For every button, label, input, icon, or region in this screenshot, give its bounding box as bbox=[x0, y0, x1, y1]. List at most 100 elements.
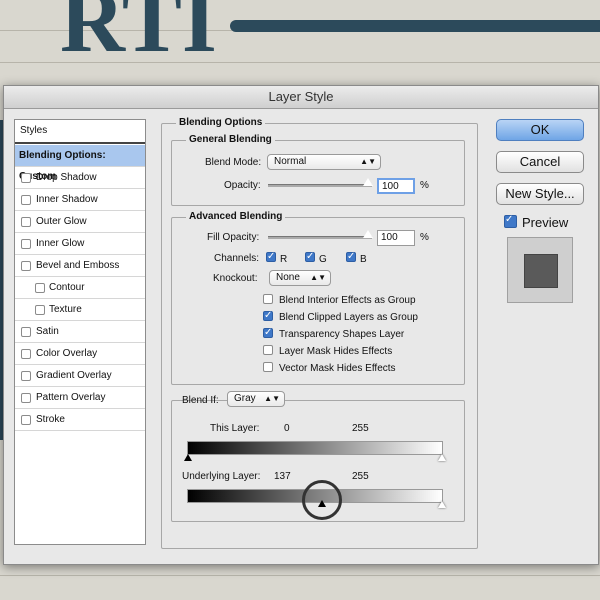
style-checkbox[interactable] bbox=[21, 349, 31, 359]
styles-header[interactable]: Styles bbox=[15, 120, 145, 143]
this-layer-high-value: 255 bbox=[352, 423, 369, 434]
option-checkbox-1[interactable] bbox=[263, 294, 273, 304]
fill-opacity-slider-track[interactable] bbox=[268, 236, 372, 239]
style-checkbox[interactable] bbox=[21, 415, 31, 425]
style-checkbox[interactable] bbox=[21, 217, 31, 227]
style-label: Satin bbox=[36, 326, 59, 337]
this-layer-black-slider[interactable] bbox=[184, 454, 192, 461]
blend-mode-label: Blend Mode: bbox=[205, 157, 262, 168]
style-label: Contour bbox=[49, 282, 85, 293]
channel-r-label: R bbox=[280, 254, 288, 265]
styles-header-label: Styles bbox=[20, 125, 48, 136]
layer-style-dialog: Layer Style Styles Blending Options: Cus… bbox=[3, 85, 599, 565]
styles-item-blending-options[interactable]: Blending Options: Custom bbox=[15, 145, 145, 182]
style-checkbox[interactable] bbox=[21, 393, 31, 403]
updown-arrows-icon: ▲▼ bbox=[310, 273, 326, 282]
channel-g-checkbox[interactable] bbox=[305, 251, 315, 262]
underlying-white-slider[interactable] bbox=[438, 501, 446, 508]
style-checkbox[interactable] bbox=[21, 327, 31, 337]
blend-mode-value: Normal bbox=[274, 156, 307, 167]
knockout-label: Knockout: bbox=[213, 273, 258, 284]
general-blending-title: General Blending bbox=[186, 134, 275, 145]
option-label-5: Vector Mask Hides Effects bbox=[279, 363, 396, 374]
styles-item-outer-glow[interactable]: Outer Glow bbox=[15, 211, 145, 233]
underlying-low-value: 137 bbox=[274, 471, 291, 482]
style-checkbox[interactable] bbox=[21, 261, 31, 271]
knockout-value: None bbox=[276, 272, 300, 283]
knockout-select[interactable]: None ▲▼ bbox=[269, 270, 331, 286]
styles-item-inner-shadow[interactable]: Inner Shadow bbox=[15, 189, 145, 211]
channels-label: Channels: bbox=[214, 253, 260, 264]
styles-item-texture[interactable]: Texture bbox=[15, 299, 145, 321]
style-checkbox[interactable] bbox=[21, 239, 31, 249]
style-label: Drop Shadow bbox=[36, 172, 97, 183]
style-label: Texture bbox=[49, 304, 82, 315]
advanced-blending-title: Advanced Blending bbox=[186, 211, 286, 222]
style-label: Pattern Overlay bbox=[36, 392, 106, 403]
opacity-input[interactable]: 100 bbox=[377, 178, 415, 194]
styles-item-contour[interactable]: Contour bbox=[15, 277, 145, 299]
underlying-layer-label: Underlying Layer: bbox=[182, 471, 261, 482]
blend-if-label: Blend If: bbox=[182, 395, 219, 406]
style-label: Inner Shadow bbox=[36, 194, 98, 205]
style-label: Gradient Overlay bbox=[36, 370, 112, 381]
fill-opacity-label: Fill Opacity: bbox=[207, 232, 260, 243]
underlying-high-value: 255 bbox=[352, 471, 369, 482]
option-checkbox-5[interactable] bbox=[263, 362, 273, 372]
option-label-4: Layer Mask Hides Effects bbox=[279, 346, 393, 357]
opacity-percent: % bbox=[420, 180, 429, 191]
opacity-slider-knob[interactable] bbox=[363, 178, 373, 186]
opacity-slider-track[interactable] bbox=[268, 184, 372, 187]
style-label: Inner Glow bbox=[36, 238, 85, 249]
background-stroke bbox=[230, 20, 600, 32]
styles-item-gradient-overlay[interactable]: Gradient Overlay bbox=[15, 365, 145, 387]
styles-item-pattern-overlay[interactable]: Pattern Overlay bbox=[15, 387, 145, 409]
fill-opacity-percent: % bbox=[420, 232, 429, 243]
option-checkbox-4[interactable] bbox=[263, 345, 273, 355]
style-checkbox[interactable] bbox=[35, 283, 45, 293]
this-layer-white-slider[interactable] bbox=[438, 454, 446, 461]
styles-item-drop-shadow[interactable]: Drop Shadow bbox=[15, 167, 145, 189]
blend-if-select[interactable]: Gray ▲▼ bbox=[227, 391, 285, 407]
new-style-button[interactable]: New Style... bbox=[496, 183, 584, 205]
option-checkbox-3[interactable] bbox=[263, 327, 273, 338]
style-label: Bevel and Emboss bbox=[36, 260, 120, 271]
channel-b-checkbox[interactable] bbox=[346, 251, 356, 262]
this-layer-gradient bbox=[187, 441, 443, 455]
channel-b-label: B bbox=[360, 254, 367, 265]
preview-swatch bbox=[507, 237, 573, 303]
styles-list: Styles Blending Options: Custom Drop Sha… bbox=[14, 119, 146, 545]
fill-opacity-input[interactable]: 100 bbox=[377, 230, 415, 246]
fill-opacity-slider-knob[interactable] bbox=[363, 230, 373, 238]
style-checkbox[interactable] bbox=[21, 173, 31, 183]
style-label: Outer Glow bbox=[36, 216, 87, 227]
styles-item-inner-glow[interactable]: Inner Glow bbox=[15, 233, 145, 255]
channel-r-checkbox[interactable] bbox=[266, 251, 276, 262]
opacity-label: Opacity: bbox=[224, 180, 261, 191]
style-checkbox[interactable] bbox=[21, 195, 31, 205]
option-checkbox-2[interactable] bbox=[263, 310, 273, 321]
underlying-black-slider[interactable] bbox=[318, 500, 326, 507]
ok-button[interactable]: OK bbox=[496, 119, 584, 141]
styles-item-color-overlay[interactable]: Color Overlay bbox=[15, 343, 145, 365]
blend-mode-select[interactable]: Normal ▲▼ bbox=[267, 154, 381, 170]
updown-arrows-icon: ▲▼ bbox=[264, 394, 280, 403]
style-checkbox[interactable] bbox=[21, 371, 31, 381]
styles-item-bevel-and-emboss[interactable]: Bevel and Emboss bbox=[15, 255, 145, 277]
background-lettering: RTI bbox=[60, 0, 217, 71]
preview-label: Preview bbox=[522, 215, 569, 230]
option-label-2: Blend Clipped Layers as Group bbox=[279, 312, 418, 323]
dialog-title: Layer Style bbox=[4, 86, 598, 109]
styles-item-satin[interactable]: Satin bbox=[15, 321, 145, 343]
style-label: Stroke bbox=[36, 414, 65, 425]
styles-item-stroke[interactable]: Stroke bbox=[15, 409, 145, 431]
preview-checkbox[interactable] bbox=[504, 214, 517, 228]
channel-g-label: G bbox=[319, 254, 327, 265]
cancel-button[interactable]: Cancel bbox=[496, 151, 584, 173]
style-checkbox[interactable] bbox=[35, 305, 45, 315]
blend-if-value: Gray bbox=[234, 393, 256, 404]
option-label-1: Blend Interior Effects as Group bbox=[279, 295, 416, 306]
preview-thumbnail bbox=[524, 254, 558, 288]
updown-arrows-icon: ▲▼ bbox=[360, 157, 376, 166]
blending-options-title: Blending Options bbox=[176, 117, 266, 128]
